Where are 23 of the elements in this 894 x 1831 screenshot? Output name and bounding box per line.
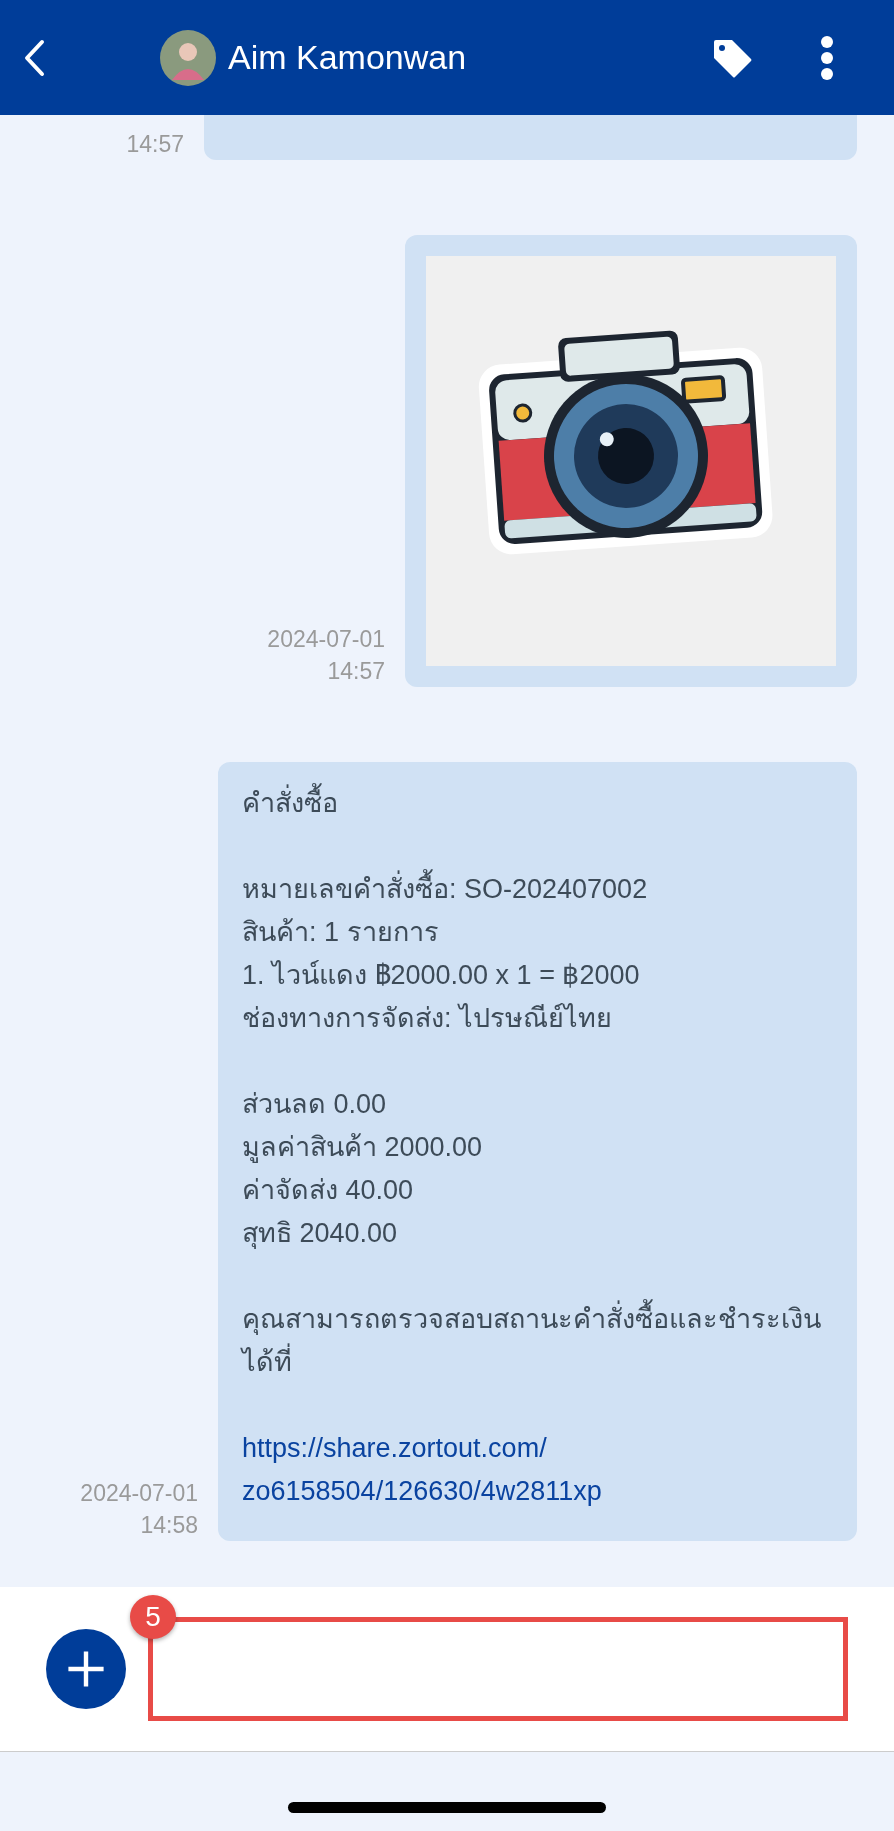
message-text: มูลค่าสินค้า 2000.00 [242, 1131, 484, 1165]
message-text: ส่วนลด 0.00 [242, 1088, 388, 1121]
order-link[interactable]: https://share.zortout.com/ [242, 1427, 833, 1470]
order-link[interactable]: zo6158504/126630/4w2811xp [242, 1470, 833, 1513]
message-text: สินค้า: 1 รายการ [242, 916, 440, 949]
camera-drawing[interactable] [426, 256, 836, 666]
message-time: 14:57 [126, 130, 184, 159]
message-text: คำสั่งซื้อ [242, 782, 833, 825]
message-text: คุณสามารถตรวจสอบสถานะคำสั่งซื้อและชำระเงินได้ที่ [242, 1298, 833, 1384]
message-time: 14:58 [140, 1511, 198, 1540]
message-text: ค่าจัดส่ง 40.00 [242, 1174, 415, 1207]
message-text: 1. ไวน์แดง ฿2000.00 x 1 = ฿2000 [242, 959, 641, 992]
more-icon[interactable] [820, 34, 834, 81]
contact-name: Aim Kamonwan [228, 38, 468, 77]
back-icon[interactable] [22, 37, 46, 78]
message-text: ช่องทางการจัดส่ง: ไปรษณีย์ไทย [242, 1002, 613, 1035]
message-date: 2024-07-01 [80, 1479, 198, 1508]
message-date: 2024-07-01 [267, 625, 385, 654]
message-text: สุทธิ 2040.00 [242, 1217, 399, 1251]
message-time: 14:57 [327, 657, 385, 686]
message-text: หมายเลขคำสั่งซื้อ: SO-202407002 [242, 868, 833, 911]
count-badge: 5 [130, 1595, 176, 1639]
avatar-icon [160, 29, 216, 86]
